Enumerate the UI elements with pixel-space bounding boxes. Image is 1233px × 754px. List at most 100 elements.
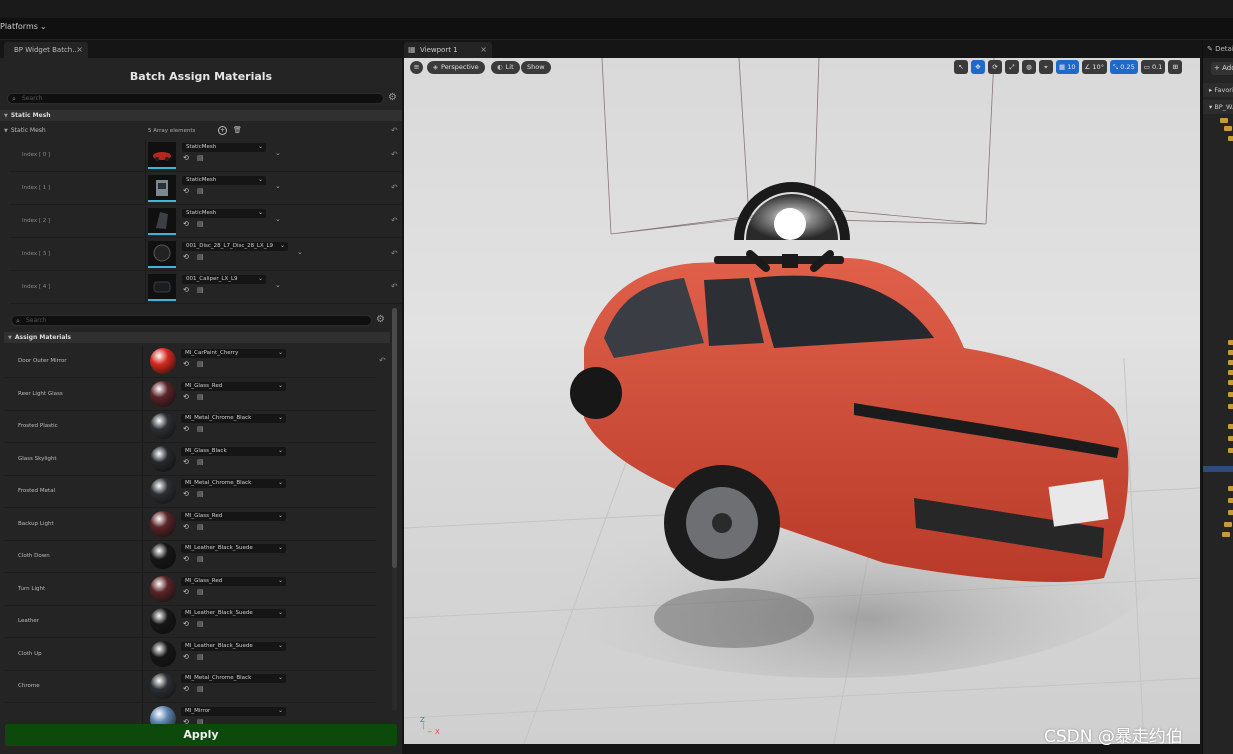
use-selected-icon[interactable]: ⟲ bbox=[183, 154, 189, 162]
add-component-button[interactable]: + Add bbox=[1211, 62, 1233, 75]
translate-tool-icon[interactable]: ✥ bbox=[971, 60, 985, 74]
chevron-down-icon[interactable]: ⌄ bbox=[275, 182, 281, 190]
browse-icon[interactable]: ▤ bbox=[197, 187, 204, 195]
use-selected-icon[interactable]: ⟲ bbox=[183, 220, 189, 228]
asset-picker[interactable]: 001_Disc_28_L7_Disc_28_LX_L9 ⌄ bbox=[182, 242, 288, 251]
folder-icon[interactable] bbox=[1224, 522, 1232, 527]
chevron-down-icon[interactable]: ⌄ bbox=[275, 149, 281, 157]
folder-icon[interactable] bbox=[1228, 392, 1233, 397]
browse-icon[interactable]: ▤ bbox=[197, 425, 204, 433]
gear-icon[interactable]: ⚙ bbox=[388, 92, 397, 103]
chevron-down-icon[interactable]: ⌄ bbox=[275, 281, 281, 289]
rotate-tool-icon[interactable]: ⟳ bbox=[988, 60, 1002, 74]
bp-section[interactable]: ▾ BP_W... bbox=[1203, 100, 1233, 114]
category-static-mesh[interactable]: ▼ Static Mesh bbox=[0, 110, 402, 121]
lit-button[interactable]: ◐ Lit bbox=[491, 61, 520, 74]
folder-icon[interactable] bbox=[1222, 532, 1230, 537]
use-selected-icon[interactable]: ⟲ bbox=[183, 523, 189, 531]
material-thumbnail[interactable] bbox=[150, 348, 176, 374]
world-space-icon[interactable]: ◍ bbox=[1022, 60, 1036, 74]
material-thumbnail[interactable] bbox=[150, 413, 176, 439]
select-tool-icon[interactable]: ↖ bbox=[954, 60, 968, 74]
material-picker[interactable]: MI_Mirror ⌄ bbox=[181, 706, 286, 716]
material-thumbnail[interactable] bbox=[150, 543, 176, 569]
level-viewport[interactable]: ≡ ◈ Perspective ◐ Lit Show ↖ ✥ ⟳ ⤢ ◍ ⌖ ▦ 1… bbox=[404, 58, 1200, 744]
scrollbar-thumb[interactable] bbox=[392, 308, 397, 568]
folder-icon[interactable] bbox=[1228, 404, 1233, 409]
collapse-arrow-icon[interactable]: ▼ bbox=[4, 128, 8, 134]
category-assign-materials[interactable]: ▼ Assign Materials bbox=[4, 332, 390, 343]
reset-icon[interactable]: ↶ bbox=[391, 282, 398, 291]
browse-icon[interactable]: ▤ bbox=[197, 253, 204, 261]
use-selected-icon[interactable]: ⟲ bbox=[183, 653, 189, 661]
tab-bp-widget[interactable]: BP Widget Batch... × bbox=[4, 42, 88, 58]
browse-icon[interactable]: ▤ bbox=[197, 523, 204, 531]
folder-icon[interactable] bbox=[1228, 510, 1233, 515]
use-selected-icon[interactable]: ⟲ bbox=[183, 286, 189, 294]
show-button[interactable]: Show bbox=[521, 61, 551, 74]
use-selected-icon[interactable]: ⟲ bbox=[183, 360, 189, 368]
material-thumbnail[interactable] bbox=[150, 445, 176, 472]
folder-icon[interactable] bbox=[1228, 448, 1233, 453]
folder-icon[interactable] bbox=[1224, 126, 1232, 131]
browse-icon[interactable]: ▤ bbox=[197, 490, 204, 498]
platforms-menu[interactable]: Platforms ⌄ bbox=[0, 22, 47, 31]
material-picker[interactable]: MI_Glass_Red ⌄ bbox=[181, 381, 286, 391]
use-selected-icon[interactable]: ⟲ bbox=[183, 588, 189, 596]
rotation-snap-button[interactable]: ∠ 10° bbox=[1081, 60, 1107, 74]
gear-icon[interactable]: ⚙ bbox=[376, 314, 385, 325]
material-picker[interactable]: MI_Metal_Chrome_Black ⌄ bbox=[181, 414, 286, 423]
asset-picker[interactable]: StaticMesh ⌄ bbox=[182, 209, 266, 218]
browse-icon[interactable]: ▤ bbox=[197, 393, 204, 401]
folder-icon[interactable] bbox=[1228, 340, 1233, 345]
browse-icon[interactable]: ▤ bbox=[197, 154, 204, 162]
chevron-down-icon[interactable]: ⌄ bbox=[275, 215, 281, 223]
maximize-viewport-icon[interactable]: ⊞ bbox=[1168, 60, 1183, 74]
material-thumbnail[interactable] bbox=[150, 575, 176, 602]
material-thumbnail[interactable] bbox=[150, 608, 176, 634]
add-element-icon[interactable]: + bbox=[218, 126, 227, 135]
chevron-down-icon[interactable]: ⌄ bbox=[297, 248, 303, 256]
surface-snap-icon[interactable]: ⌖ bbox=[1039, 60, 1053, 74]
use-selected-icon[interactable]: ⟲ bbox=[183, 187, 189, 195]
mesh-thumbnail[interactable] bbox=[148, 142, 176, 169]
folder-icon[interactable] bbox=[1228, 360, 1233, 365]
tab-details[interactable]: ✎ Details bbox=[1203, 40, 1233, 58]
use-selected-icon[interactable]: ⟲ bbox=[183, 620, 189, 628]
material-picker[interactable]: MI_CarPaint_Cherry ⌄ bbox=[181, 349, 286, 358]
browse-icon[interactable]: ▤ bbox=[197, 685, 204, 693]
mesh-thumbnail[interactable] bbox=[148, 274, 176, 301]
browse-icon[interactable]: ▤ bbox=[197, 653, 204, 661]
browse-icon[interactable]: ▤ bbox=[197, 458, 204, 466]
material-picker[interactable]: MI_Metal_Chrome_Black ⌄ bbox=[181, 479, 286, 488]
folder-icon[interactable] bbox=[1228, 486, 1233, 491]
material-thumbnail[interactable] bbox=[150, 640, 176, 667]
material-picker[interactable]: MI_Leather_Black_Suede ⌄ bbox=[181, 609, 286, 618]
reset-icon[interactable]: ↶ bbox=[391, 183, 398, 192]
asset-picker[interactable]: StaticMesh ⌄ bbox=[182, 143, 266, 152]
browse-icon[interactable]: ▤ bbox=[197, 220, 204, 228]
folder-icon[interactable] bbox=[1228, 424, 1233, 429]
perspective-button[interactable]: ◈ Perspective bbox=[427, 61, 485, 74]
scale-tool-icon[interactable]: ⤢ bbox=[1005, 60, 1019, 74]
close-icon[interactable]: × bbox=[480, 45, 487, 54]
folder-icon[interactable] bbox=[1228, 350, 1233, 355]
reset-icon[interactable]: ↶ bbox=[391, 216, 398, 225]
browse-icon[interactable]: ▤ bbox=[197, 555, 204, 563]
material-picker[interactable]: MI_Glass_Red ⌄ bbox=[181, 576, 286, 586]
folder-icon[interactable] bbox=[1228, 380, 1233, 385]
material-picker[interactable]: MI_Glass_Red ⌄ bbox=[181, 511, 286, 521]
use-selected-icon[interactable]: ⟲ bbox=[183, 458, 189, 466]
material-picker[interactable]: MI_Glass_Black ⌄ bbox=[181, 446, 286, 456]
search-input[interactable]: ⌕ Search bbox=[11, 315, 372, 326]
tab-viewport-1[interactable]: ▦ Viewport 1 × bbox=[404, 42, 492, 58]
material-thumbnail[interactable] bbox=[150, 510, 176, 537]
use-selected-icon[interactable]: ⟲ bbox=[183, 253, 189, 261]
mesh-thumbnail[interactable] bbox=[148, 241, 176, 268]
browse-icon[interactable]: ▤ bbox=[197, 360, 204, 368]
material-picker[interactable]: MI_Leather_Black_Suede ⌄ bbox=[181, 544, 286, 553]
camera-speed-button[interactable]: ▭ 0.1 bbox=[1140, 60, 1166, 74]
scale-snap-button[interactable]: ⤡ 0.25 bbox=[1109, 60, 1138, 74]
asset-picker[interactable]: 001_Caliper_LX_L9 ⌄ bbox=[182, 275, 266, 284]
material-picker[interactable]: MI_Metal_Chrome_Black ⌄ bbox=[181, 674, 286, 683]
